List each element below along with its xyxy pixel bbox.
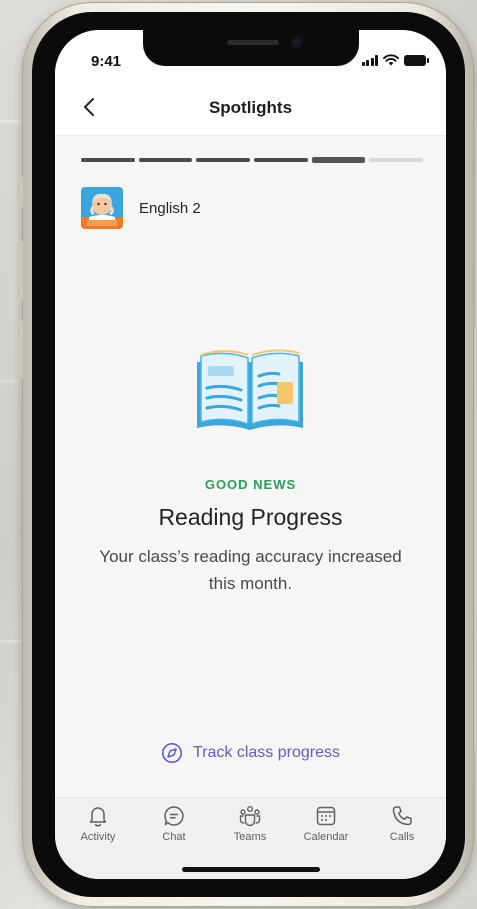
teams-icon [239,806,261,827]
progress-segment [138,158,193,162]
progress-segment [196,158,251,162]
tab-label: Activity [80,831,116,843]
phone-icon [392,806,412,826]
progress-segment [254,158,308,162]
track-class-progress-label: Track class progress [193,744,340,761]
bell-icon [89,807,107,827]
tab-label: Teams [233,831,267,843]
nav-bar: Spotlights [55,78,446,136]
phone-side-button [17,240,23,302]
status-time: 9:41 [91,53,122,70]
progress-segment [369,158,424,162]
tab-label: Chat [162,831,186,843]
cellular-signal-icon [361,54,378,66]
open-book-icon [197,349,303,430]
spotlight-description: Your class’s reading accuracy increased … [99,547,402,593]
track-class-progress-link[interactable]: Track class progress [55,742,446,764]
tab-teams[interactable]: Teams [217,804,283,843]
phone-side-button [17,175,23,209]
tab-calls[interactable]: Calls [369,804,435,843]
phone-screen: 9:41 Spotlights English 2 GOOD NEWS Read… [55,30,446,879]
tab-label: Calls [389,831,415,843]
progress-segment-current [311,157,366,163]
story-progress-bar [81,157,424,163]
speaker [227,40,279,45]
notch [143,30,359,66]
tab-label: Calendar [303,831,349,843]
good-news-label: GOOD NEWS [204,477,297,492]
status-icons [361,54,429,66]
spotlight-headline: Reading Progress [158,504,343,530]
chat-icon [164,806,184,826]
progress-segment [81,158,135,162]
tab-activity[interactable]: Activity [65,804,131,843]
class-name: English 2 [139,199,201,217]
tab-calendar[interactable]: Calendar [293,804,359,843]
tab-chat[interactable]: Chat [141,804,207,843]
home-indicator[interactable] [182,867,320,872]
calendar-icon [316,806,336,826]
shakespeare-avatar-icon [81,187,123,229]
front-camera [291,36,303,48]
battery-icon [404,54,429,66]
compass-icon [162,743,182,763]
wifi-icon [383,54,399,66]
page-title: Spotlights [208,98,293,117]
phone-side-button [17,318,23,380]
class-header[interactable]: English 2 [81,187,201,229]
